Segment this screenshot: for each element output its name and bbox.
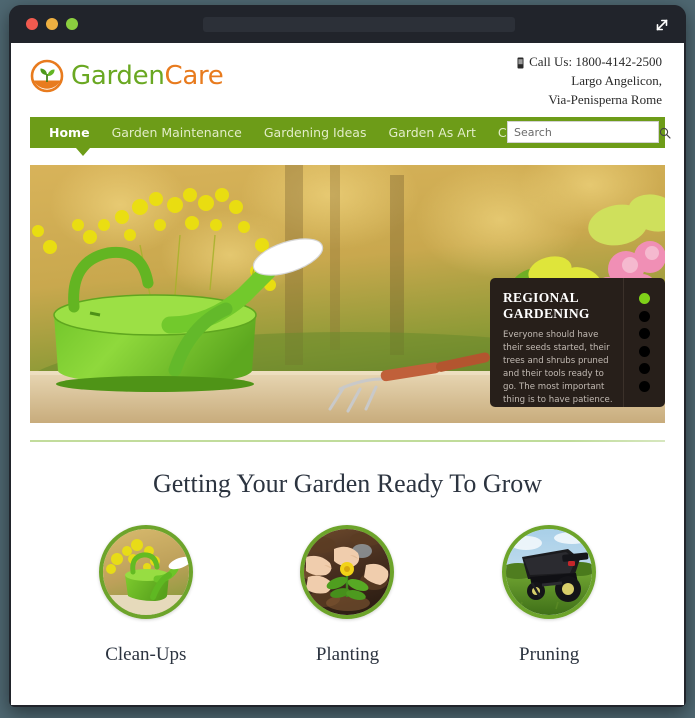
address-line-2: Via-Penisperna Rome: [548, 91, 662, 107]
active-nav-pointer: [76, 148, 90, 156]
minimize-window-button[interactable]: [46, 18, 58, 30]
service-label-clean-ups: Clean-Ups: [105, 644, 187, 665]
window-controls: [26, 18, 78, 30]
nav-item-list: Home Garden Maintenance Gardening Ideas …: [30, 125, 577, 140]
search-input[interactable]: [514, 125, 659, 139]
logo-word-care: Care: [164, 61, 224, 91]
hero-slider-dots: [623, 278, 665, 407]
logo-wordmark: GardenCare: [71, 61, 224, 91]
page-title: Getting Your Garden Ready To Grow: [152, 469, 543, 498]
browser-titlebar: [9, 5, 686, 43]
hero-caption-title: REGIONAL GARDENING: [503, 290, 614, 322]
mobile-phone-icon: [517, 56, 524, 69]
screen: GardenCare Call Us: 1800-4142-2500 Largo…: [0, 0, 695, 718]
hero-caption-title-line2: GARDENING: [503, 305, 590, 321]
hero-caption-text: Everyone should have their seeds started…: [503, 329, 613, 406]
address-line-1: Largo Angelicon,: [571, 72, 662, 88]
slider-dot-3[interactable]: [639, 328, 650, 340]
nav-item-garden-maintenance[interactable]: Garden Maintenance: [101, 125, 253, 140]
browser-window: GardenCare Call Us: 1800-4142-2500 Largo…: [9, 5, 686, 707]
address-bar[interactable]: [203, 17, 515, 32]
expand-diagonal-icon[interactable]: [652, 15, 672, 35]
nav-item-home[interactable]: Home: [38, 125, 101, 140]
service-image-clean-ups: [98, 525, 193, 619]
hero-caption-title-line1: REGIONAL: [503, 290, 579, 305]
navigation-wrapper: Home Garden Maintenance Gardening Ideas …: [11, 117, 684, 156]
logo-word-garden: Garden: [71, 61, 165, 91]
section-divider: [30, 440, 665, 442]
contact-info: Call Us: 1800-4142-2500 Largo Angelicon,…: [517, 53, 662, 110]
service-card-planting[interactable]: Planting: [262, 525, 432, 666]
leaf-sprout-circle-icon: [30, 59, 64, 93]
hero-caption-body: REGIONAL GARDENING Everyone should have …: [490, 278, 623, 407]
slider-dot-2[interactable]: [639, 310, 650, 322]
slider-dot-4[interactable]: [639, 345, 650, 357]
service-image-pruning: [502, 525, 597, 619]
phone-number-text: Call Us: 1800-4142-2500: [529, 54, 662, 69]
hero-caption-card: REGIONAL GARDENING Everyone should have …: [490, 278, 665, 407]
magnifier-icon[interactable]: [659, 126, 671, 139]
services-row: Clean-Ups Planting Pruning: [45, 525, 650, 666]
close-window-button[interactable]: [26, 18, 38, 30]
nav-item-garden-as-art[interactable]: Garden As Art: [377, 125, 486, 140]
nav-item-gardening-ideas[interactable]: Gardening Ideas: [253, 125, 378, 140]
service-label-pruning: Pruning: [519, 644, 580, 665]
slider-dot-6[interactable]: [639, 380, 650, 392]
page-viewport: GardenCare Call Us: 1800-4142-2500 Largo…: [11, 43, 684, 705]
hero-banner: REGIONAL GARDENING Everyone should have …: [30, 165, 665, 423]
site-header: GardenCare Call Us: 1800-4142-2500 Largo…: [11, 43, 684, 117]
service-card-clean-ups[interactable]: Clean-Ups: [61, 525, 231, 666]
main-navigation: Home Garden Maintenance Gardening Ideas …: [30, 117, 671, 156]
search-box[interactable]: [507, 121, 671, 143]
service-image-planting: [300, 525, 395, 619]
site-logo[interactable]: GardenCare: [30, 59, 224, 93]
slider-dot-1[interactable]: [639, 293, 650, 305]
slider-dot-5[interactable]: [639, 363, 650, 375]
maximize-window-button[interactable]: [66, 18, 78, 30]
service-label-planting: Planting: [315, 644, 380, 665]
service-card-pruning[interactable]: Pruning: [464, 525, 634, 666]
